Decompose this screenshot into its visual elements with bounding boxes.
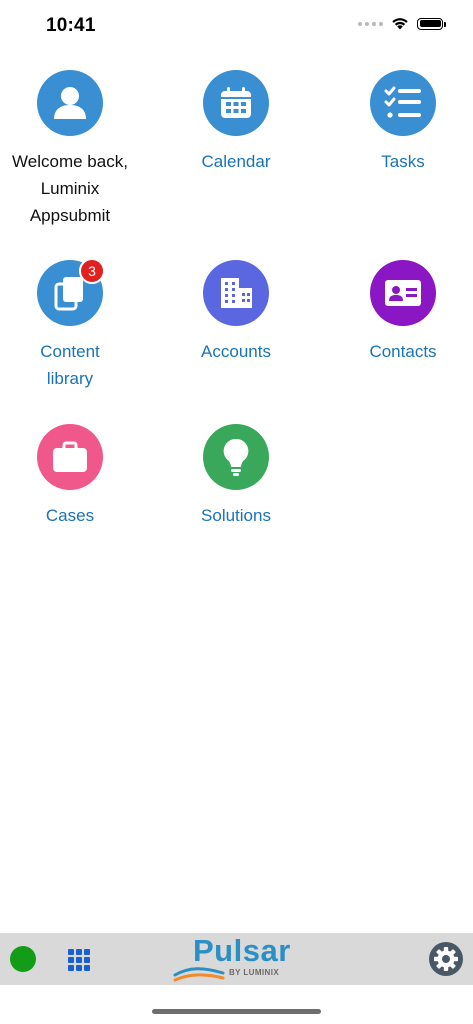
status-icons — [358, 17, 446, 30]
tile-contacts[interactable]: Contacts — [333, 260, 473, 365]
notification-badge: 3 — [79, 258, 105, 284]
status-bar: 10:41 — [0, 0, 473, 52]
logo-subtitle: BY LUMINIX — [229, 968, 280, 977]
accounts-label: Accounts — [201, 342, 271, 361]
solutions-label: Solutions — [201, 506, 271, 525]
battery-icon — [417, 17, 446, 30]
contacts-label: Contacts — [369, 342, 437, 361]
building-icon — [203, 260, 269, 326]
pulsar-logo: Pulsar BY LUMINIX — [173, 933, 301, 985]
contact-card-icon — [370, 260, 436, 326]
tile-content-library[interactable]: 3 Content library — [0, 258, 140, 392]
cellular-signal-icon — [358, 21, 383, 26]
apps-grid-icon[interactable] — [68, 949, 90, 971]
checklist-icon — [370, 70, 436, 136]
logo-wordmark: Pulsar — [193, 933, 291, 968]
tasks-label: Tasks — [381, 152, 425, 171]
gear-icon[interactable] — [429, 942, 463, 976]
calendar-label: Calendar — [201, 152, 271, 171]
tile-accounts[interactable]: Accounts — [166, 260, 306, 365]
tile-cases[interactable]: Cases — [0, 424, 140, 529]
tile-calendar[interactable]: Calendar — [166, 70, 306, 175]
tile-tasks[interactable]: Tasks — [333, 70, 473, 175]
tile-welcome[interactable]: Welcome back, Luminix Appsubmit — [0, 70, 140, 229]
calendar-icon — [203, 70, 269, 136]
content-library-label: Content library — [40, 342, 100, 388]
home-indicator[interactable] — [152, 1009, 321, 1014]
briefcase-icon — [37, 424, 103, 490]
lightbulb-icon — [203, 424, 269, 490]
wifi-icon — [392, 18, 408, 30]
sync-status-indicator[interactable] — [10, 946, 36, 972]
welcome-label: Welcome back, Luminix Appsubmit — [12, 152, 128, 225]
cases-label: Cases — [45, 506, 95, 525]
files-icon: 3 — [37, 258, 105, 326]
user-icon — [37, 70, 103, 136]
status-time: 10:41 — [46, 15, 96, 36]
tile-solutions[interactable]: Solutions — [166, 424, 306, 529]
bottom-toolbar: Pulsar BY LUMINIX — [0, 933, 473, 985]
